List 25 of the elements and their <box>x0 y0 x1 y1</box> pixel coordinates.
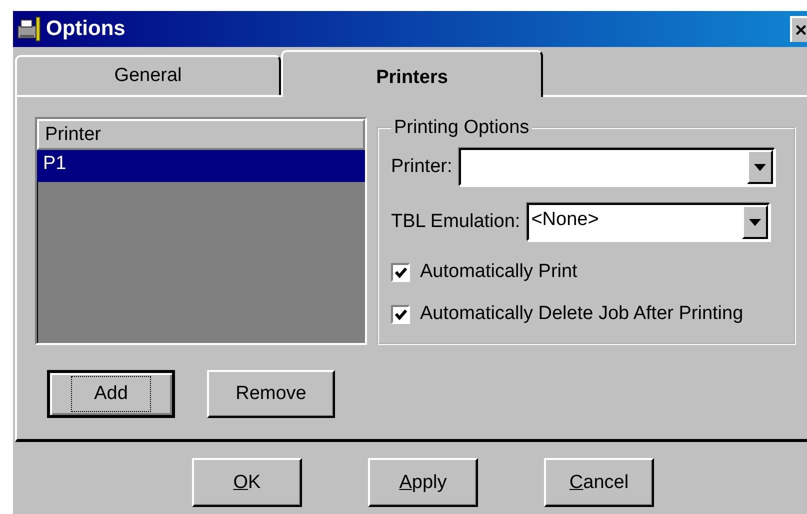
button[interactable]: OK <box>192 458 302 507</box>
group-title: Printing Options <box>393 117 530 139</box>
button[interactable]: Apply <box>368 458 478 507</box>
checkbox[interactable] <box>391 304 410 324</box>
tab[interactable]: Printers <box>281 50 543 97</box>
list-item[interactable]: P1 <box>37 150 365 182</box>
close-icon <box>795 23 807 37</box>
dropdown-field[interactable]: <None> <box>527 203 770 241</box>
dropdown-field[interactable] <box>459 148 776 186</box>
column-header[interactable]: Printer <box>37 119 365 150</box>
printer-icon <box>16 16 42 42</box>
checkmark-icon <box>394 308 406 320</box>
checkbox-label: Automatically Print <box>420 261 578 283</box>
checkbox-label: Automatically Delete Job After Printing <box>420 303 744 325</box>
checkbox[interactable] <box>391 262 410 282</box>
dropdown-arrow-icon <box>749 218 762 226</box>
field-label: Printer: <box>391 156 452 178</box>
field-label: TBL Emulation: <box>391 211 520 233</box>
close-button[interactable] <box>790 16 807 42</box>
button[interactable]: Add <box>47 370 175 418</box>
button[interactable]: Remove <box>207 370 335 418</box>
checkmark-icon <box>394 266 406 278</box>
window-title: Options <box>46 17 126 41</box>
dropdown-arrow-icon <box>754 164 766 170</box>
button[interactable]: Cancel <box>544 458 654 507</box>
